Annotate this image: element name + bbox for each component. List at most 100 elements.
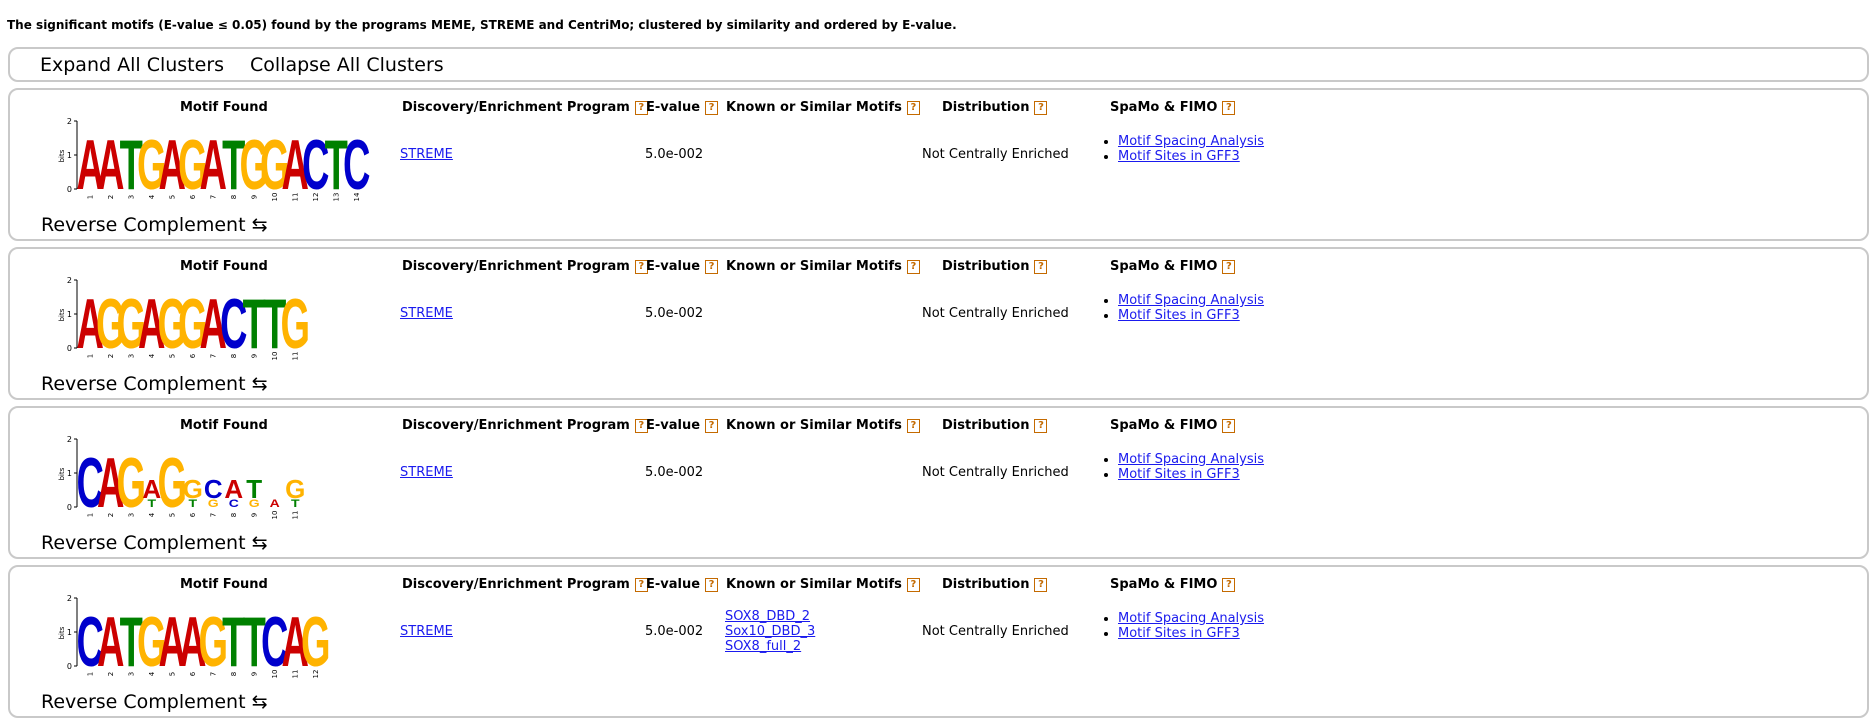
program-link[interactable]: STREME	[400, 465, 453, 480]
logo-position-label: 11	[291, 352, 299, 361]
header-distribution: Distribution?	[942, 418, 1048, 433]
collapse-all-button[interactable]: Collapse All Clusters	[250, 54, 444, 76]
help-icon[interactable]: ?	[1034, 100, 1048, 115]
header-spamo-fimo-label: SpaMo & FIMO	[1110, 418, 1218, 433]
logo-position-label: 4	[148, 512, 156, 517]
reverse-complement-button[interactable]: Reverse Complement ⇆	[41, 214, 268, 236]
logo-position-label: 1	[86, 672, 94, 676]
known-motif-link[interactable]: Sox10_DBD_3	[725, 624, 815, 639]
header-known-motifs: Known or Similar Motifs?	[726, 259, 920, 274]
header-evalue: E-value?	[646, 100, 719, 115]
help-icon[interactable]: ?	[906, 577, 920, 592]
logo-tick-label: 0	[67, 503, 72, 512]
reverse-complement-button[interactable]: Reverse Complement ⇆	[41, 691, 268, 713]
header-program: Discovery/Enrichment Program?	[402, 100, 648, 115]
logo-letter: C	[343, 126, 370, 204]
help-icon[interactable]: ?	[1222, 100, 1236, 115]
expand-all-button[interactable]: Expand All Clusters	[40, 54, 224, 76]
logo-tick-label: 2	[67, 117, 72, 126]
program-link[interactable]: STREME	[400, 306, 453, 321]
help-icon[interactable]: ?	[1034, 259, 1048, 274]
known-motif-link[interactable]: SOX8_DBD_2	[725, 609, 810, 624]
logo-position-label: 7	[209, 354, 217, 358]
motif-spacing-analysis-link[interactable]: Motif Spacing Analysis	[1118, 611, 1264, 626]
known-motifs-list: SOX8_DBD_2 Sox10_DBD_3 SOX8_full_2	[725, 609, 815, 654]
logo-tick-label: 0	[67, 185, 72, 194]
motif-cluster-panel: Motif Found Discovery/Enrichment Program?…	[8, 88, 1869, 241]
logo-position-label: 2	[107, 354, 115, 358]
help-icon[interactable]: ?	[705, 577, 719, 592]
header-distribution-label: Distribution	[942, 100, 1030, 115]
distribution-text: Not Centrally Enriched	[922, 306, 1069, 321]
motif-sites-gff3-link[interactable]: Motif Sites in GFF3	[1118, 149, 1240, 164]
help-icon[interactable]: ?	[705, 259, 719, 274]
motif-spacing-analysis-link[interactable]: Motif Spacing Analysis	[1118, 293, 1264, 308]
logo-position-label: 2	[107, 513, 115, 517]
logo-position-label: 9	[250, 513, 258, 517]
motif-spacing-analysis-link[interactable]: Motif Spacing Analysis	[1118, 452, 1264, 467]
program-link[interactable]: STREME	[400, 147, 453, 162]
motif-cluster-panel: Motif Found Discovery/Enrichment Program?…	[8, 406, 1869, 559]
motif-cluster-panel: Motif Found Discovery/Enrichment Program?…	[8, 565, 1869, 718]
logo-position-label: 1	[86, 354, 94, 358]
header-spamo-fimo-label: SpaMo & FIMO	[1110, 577, 1218, 592]
logo-position-label: 2	[107, 195, 115, 199]
sequence-logo: bits012A1 A2 T3 G4 A5 G6 A7 T8 G9 G10 A11 C12 T13 C14	[58, 117, 370, 204]
logo-position-label: 5	[168, 513, 176, 517]
motif-sites-gff3-link[interactable]: Motif Sites in GFF3	[1118, 308, 1240, 323]
logo-position-label: 5	[168, 195, 176, 199]
help-icon[interactable]: ?	[1034, 418, 1048, 433]
logo-position-label: 10	[271, 193, 279, 202]
header-program-label: Discovery/Enrichment Program	[402, 577, 630, 592]
header-spamo-fimo: SpaMo & FIMO?	[1110, 100, 1236, 115]
spamo-list-item: Motif Spacing Analysis	[1118, 611, 1264, 626]
help-icon[interactable]: ?	[1222, 259, 1236, 274]
header-motif-found: Motif Found	[180, 577, 268, 592]
header-spamo-fimo-label: SpaMo & FIMO	[1110, 100, 1218, 115]
header-program: Discovery/Enrichment Program?	[402, 259, 648, 274]
logo-position-label: 6	[189, 353, 197, 358]
help-icon[interactable]: ?	[705, 418, 719, 433]
logo-tick-label: 2	[67, 435, 72, 444]
distribution-text: Not Centrally Enriched	[922, 465, 1069, 480]
logo-position-label: 12	[312, 670, 320, 679]
logo-position-label: 8	[230, 672, 238, 676]
help-icon[interactable]: ?	[906, 259, 920, 274]
logo-tick-label: 2	[67, 276, 72, 285]
help-icon[interactable]: ?	[1034, 577, 1048, 592]
evalue-text: 5.0e-002	[645, 624, 704, 639]
logo-letter: A	[270, 497, 280, 509]
header-evalue-label: E-value	[646, 418, 701, 433]
header-motif-found: Motif Found	[180, 100, 268, 115]
logo-letter: T	[147, 497, 156, 509]
motif-sites-gff3-link[interactable]: Motif Sites in GFF3	[1118, 626, 1240, 641]
help-icon[interactable]: ?	[1222, 577, 1236, 592]
motif-spacing-analysis-link[interactable]: Motif Spacing Analysis	[1118, 134, 1264, 149]
reverse-complement-button[interactable]: Reverse Complement ⇆	[41, 532, 268, 554]
known-motif-link[interactable]: SOX8_full_2	[725, 639, 801, 654]
logo-position-label: 5	[168, 672, 176, 676]
motif-sites-gff3-link[interactable]: Motif Sites in GFF3	[1118, 467, 1240, 482]
logo-position-label: 6	[189, 512, 197, 517]
header-motif-found: Motif Found	[180, 259, 268, 274]
distribution-text: Not Centrally Enriched	[922, 624, 1069, 639]
help-icon[interactable]: ?	[705, 100, 719, 115]
reverse-complement-button[interactable]: Reverse Complement ⇆	[41, 373, 268, 395]
header-distribution: Distribution?	[942, 577, 1048, 592]
logo-letter: G	[280, 285, 310, 363]
help-icon[interactable]: ?	[906, 418, 920, 433]
header-program: Discovery/Enrichment Program?	[402, 418, 648, 433]
logo-tick-label: 1	[67, 628, 72, 637]
logo-position-label: 10	[271, 511, 279, 520]
help-icon[interactable]: ?	[1222, 418, 1236, 433]
logo-position-label: 1	[86, 513, 94, 517]
header-spamo-fimo-label: SpaMo & FIMO	[1110, 259, 1218, 274]
logo-position-label: 3	[127, 513, 135, 517]
help-icon[interactable]: ?	[906, 100, 920, 115]
logo-position-label: 7	[209, 513, 217, 517]
header-known-motifs-label: Known or Similar Motifs	[726, 259, 902, 274]
logo-letter: G	[249, 497, 260, 509]
logo-position-label: 10	[271, 352, 279, 361]
evalue-text: 5.0e-002	[645, 147, 704, 162]
program-link[interactable]: STREME	[400, 624, 453, 639]
